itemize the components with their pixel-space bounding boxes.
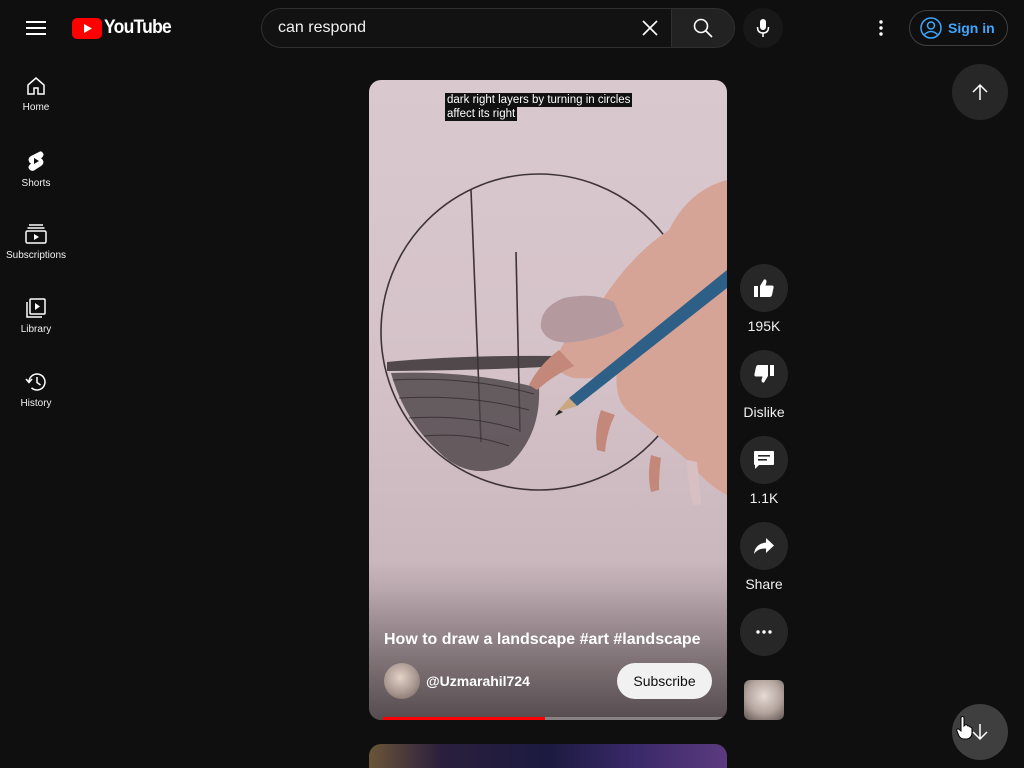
dislike-button[interactable]: [740, 350, 788, 398]
sidebar-item-label: Subscriptions: [5, 250, 67, 261]
settings-menu-button[interactable]: [861, 8, 901, 48]
video-caption: dark right layers by turning in circles …: [445, 93, 633, 121]
short-title[interactable]: How to draw a landscape #art #landscape: [384, 631, 701, 649]
video-progress-bar[interactable]: [383, 717, 727, 720]
share-button[interactable]: [740, 522, 788, 570]
share-label: Share: [745, 576, 783, 592]
video-frame-drawing: [369, 173, 727, 720]
history-icon: [25, 373, 46, 391]
shorts-icon: [28, 151, 44, 171]
clear-search-button[interactable]: [633, 11, 667, 45]
search-input[interactable]: [278, 19, 618, 37]
search-bar: [261, 8, 735, 48]
logo-text: YouTube: [104, 17, 172, 38]
sidebar-item-label: History: [20, 398, 52, 409]
mini-guide: Home Shorts Subscriptions Library Histor…: [0, 56, 72, 426]
channel-info: @Uzmarahil724 Subscribe: [384, 663, 712, 699]
sign-in-button[interactable]: Sign in: [909, 10, 1008, 46]
youtube-play-icon: [72, 17, 102, 39]
comment-icon: [754, 451, 774, 469]
more-horizontal-icon: [756, 630, 772, 634]
comments-action: 1.1K: [740, 436, 788, 506]
sidebar-item-subscriptions[interactable]: Subscriptions: [0, 204, 72, 278]
hamburger-menu-icon: [26, 21, 46, 35]
close-icon: [642, 20, 658, 36]
next-short-preview[interactable]: [369, 744, 727, 768]
progress-fill: [383, 717, 545, 720]
shorts-video-player[interactable]: dark right layers by turning in circles …: [369, 80, 727, 720]
comments-button[interactable]: [740, 436, 788, 484]
thumbs-up-icon: [754, 279, 774, 297]
like-count: 195K: [747, 318, 781, 334]
share-action: Share: [740, 522, 788, 592]
sign-in-label: Sign in: [948, 20, 995, 36]
arrow-up-icon: [972, 83, 988, 100]
home-icon: [27, 77, 45, 95]
dislike-label: Dislike: [743, 404, 785, 420]
sound-thumbnail[interactable]: [744, 680, 784, 720]
masthead: YouTube Sign in: [0, 0, 1024, 56]
sidebar-item-home[interactable]: Home: [0, 56, 72, 130]
search-button[interactable]: [671, 8, 735, 48]
search-box: [261, 8, 671, 48]
channel-avatar[interactable]: [384, 663, 420, 699]
caption-line: affect its right: [445, 107, 518, 121]
search-icon: [693, 18, 713, 38]
library-icon: [26, 298, 46, 318]
like-button[interactable]: [740, 264, 788, 312]
voice-search-button[interactable]: [743, 8, 783, 48]
sidebar-item-shorts[interactable]: Shorts: [0, 130, 72, 204]
youtube-logo[interactable]: YouTube: [72, 17, 177, 39]
account-icon: [920, 17, 942, 39]
sidebar-item-label: Library: [20, 324, 52, 335]
more-actions: [740, 608, 788, 656]
sidebar-item-library[interactable]: Library: [0, 278, 72, 352]
more-actions-button[interactable]: [740, 608, 788, 656]
thumbs-down-icon: [754, 365, 774, 383]
sidebar-item-history[interactable]: History: [0, 352, 72, 426]
hand-cursor-icon: [956, 716, 973, 740]
subscribe-button[interactable]: Subscribe: [617, 663, 712, 699]
action-bar: 195K Dislike 1.1K Share: [740, 264, 788, 672]
dislike-action: Dislike: [740, 350, 788, 420]
guide-menu-button[interactable]: [16, 8, 56, 48]
share-icon: [754, 538, 774, 554]
sidebar-item-label: Shorts: [21, 178, 51, 189]
comment-count: 1.1K: [749, 490, 779, 506]
caption-line: dark right layers by turning in circles: [445, 93, 633, 107]
subscriptions-icon: [25, 224, 47, 244]
like-action: 195K: [740, 264, 788, 334]
more-vertical-icon: [879, 20, 883, 36]
previous-short-button[interactable]: [952, 64, 1008, 120]
microphone-icon: [756, 19, 770, 37]
sidebar-item-label: Home: [22, 102, 50, 113]
channel-name[interactable]: @Uzmarahil724: [426, 673, 530, 689]
